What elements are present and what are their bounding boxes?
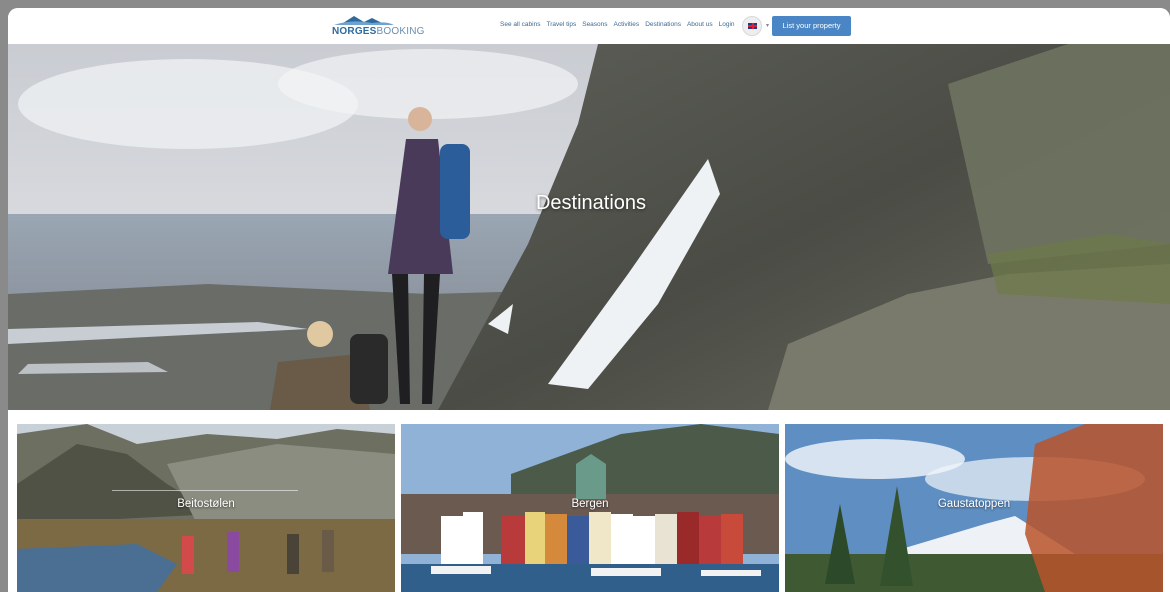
- browser-page: NORGESBOOKING See all cabins Travel tips…: [8, 8, 1170, 592]
- nav-travel-tips[interactable]: Travel tips: [546, 21, 576, 28]
- destination-card-gaustatoppen[interactable]: Gaustatoppen: [785, 424, 1163, 592]
- site-header: NORGESBOOKING See all cabins Travel tips…: [8, 8, 1170, 45]
- hero-title: Destinations: [535, 192, 647, 214]
- nav-activities[interactable]: Activities: [614, 21, 640, 28]
- uk-flag-icon: [748, 23, 757, 29]
- destination-label: Gaustatoppen: [937, 498, 1011, 510]
- logo-mountain-icon: [334, 16, 394, 25]
- main-nav: See all cabins Travel tips Seasons Activ…: [500, 21, 735, 28]
- nav-about-us[interactable]: About us: [687, 21, 713, 28]
- logo-wordmark: NORGESBOOKING: [332, 26, 425, 37]
- list-your-property-button[interactable]: List your property: [772, 16, 851, 36]
- chevron-down-icon[interactable]: ▾: [766, 22, 769, 29]
- nav-login[interactable]: Login: [719, 21, 735, 28]
- destination-card-bergen[interactable]: Bergen: [401, 424, 779, 592]
- destination-card-beitostolen[interactable]: Beitostølen: [17, 424, 395, 592]
- logo-text-norges: NORGES: [332, 26, 377, 37]
- hero-banner: Destinations: [8, 44, 1170, 410]
- nav-destinations[interactable]: Destinations: [645, 21, 681, 28]
- nav-see-all-cabins[interactable]: See all cabins: [500, 21, 540, 28]
- nav-seasons[interactable]: Seasons: [582, 21, 607, 28]
- card-divider: [112, 490, 298, 491]
- site-logo[interactable]: NORGESBOOKING: [332, 13, 424, 40]
- destination-label: Beitostølen: [177, 498, 235, 510]
- language-selector[interactable]: [742, 16, 762, 36]
- logo-text-booking: BOOKING: [376, 26, 425, 37]
- destination-label: Bergen: [571, 498, 609, 510]
- hero-image: [8, 44, 1170, 410]
